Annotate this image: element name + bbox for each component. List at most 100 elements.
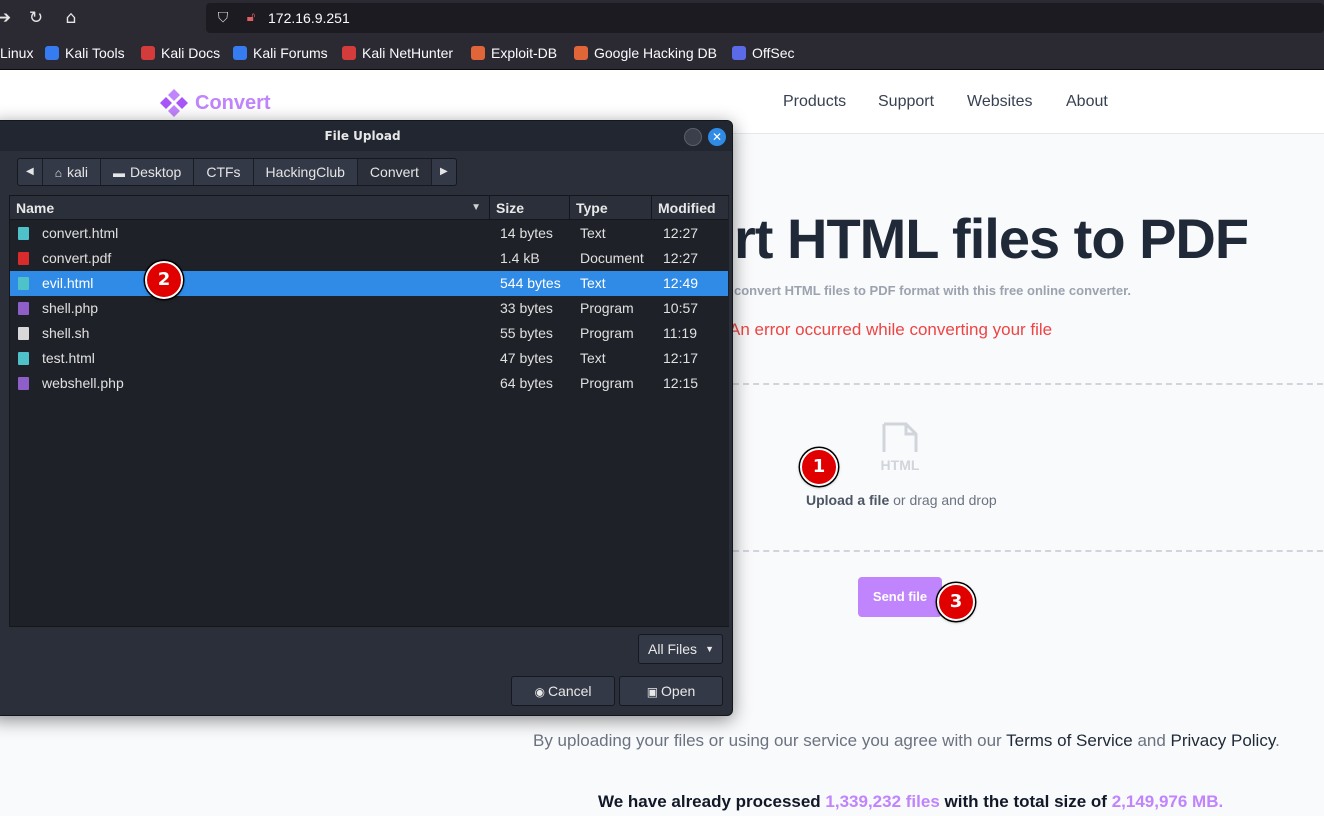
path-crumb-kali[interactable]: ⌂ kali: [43, 159, 101, 185]
file-name: convert.html: [42, 225, 119, 241]
file-size: 55 bytes: [500, 325, 553, 341]
google-hacking-db-icon: [574, 46, 588, 60]
file-name: convert.pdf: [42, 250, 112, 266]
nav-support[interactable]: Support: [878, 88, 934, 116]
file-row[interactable]: test.html 47 bytes Text 12:17: [10, 346, 728, 371]
file-row[interactable]: convert.pdf 1.4 kB Document 12:27: [10, 246, 728, 271]
nav-about[interactable]: About: [1066, 88, 1108, 116]
hero-subtitle: convert HTML files to PDF format with th…: [734, 283, 1132, 298]
bookmark-kali-docs[interactable]: Kali Docs: [141, 36, 220, 70]
bookmark-kali-nethunter[interactable]: Kali NetHunter: [342, 36, 453, 70]
minimize-icon[interactable]: [684, 128, 702, 146]
stats-text: We have already processed 1,339,232 file…: [598, 792, 1224, 811]
logo-text[interactable]: Convert: [195, 88, 271, 118]
path-crumb-ctfs[interactable]: CTFs: [194, 159, 254, 185]
annotation-marker-2: 2: [145, 261, 183, 299]
file-list: Name ▼ Size Type Modified convert.html 14…: [9, 195, 729, 627]
file-type: Program: [580, 375, 634, 391]
text-file-icon: [18, 227, 29, 240]
column-modified[interactable]: Modified: [652, 196, 728, 220]
file-type-filter[interactable]: All Files ▼: [638, 634, 723, 664]
file-name: shell.php: [42, 300, 99, 316]
path-crumb-convert[interactable]: Convert: [357, 159, 432, 185]
kali-tools-icon: [45, 46, 59, 60]
file-type: Text: [580, 225, 606, 241]
file-row-selected[interactable]: evil.html 544 bytes Text 12:49: [10, 271, 728, 296]
file-type: Text: [580, 275, 606, 291]
convert-logo-icon[interactable]: [158, 87, 190, 119]
file-size: 1.4 kB: [500, 250, 540, 266]
bookmark-kali-forums[interactable]: Kali Forums: [233, 36, 328, 70]
open-file-icon: ▣: [646, 685, 659, 699]
forward-icon[interactable]: ➔: [0, 6, 16, 30]
send-file-button[interactable]: Send file: [858, 577, 942, 617]
path-forward-icon[interactable]: ▶: [432, 159, 456, 185]
html-file-icon: HTML: [881, 422, 920, 473]
file-name: evil.html: [42, 275, 94, 291]
privacy-policy-link[interactable]: Privacy Policy: [1171, 731, 1276, 750]
bookmark-kali-tools[interactable]: Kali Tools: [45, 36, 125, 70]
file-modified: 12:15: [663, 375, 699, 391]
column-name[interactable]: Name ▼: [10, 196, 490, 220]
home-folder-icon: ⌂: [54, 166, 62, 180]
kali-docs-icon: [141, 46, 155, 60]
text-file-icon: [18, 352, 29, 365]
file-type: Program: [580, 325, 634, 341]
upload-file-link[interactable]: Upload a file: [806, 492, 889, 508]
file-type: Program: [580, 300, 634, 316]
file-name: test.html: [42, 350, 95, 366]
url-bar[interactable]: ⛉ 🔓︎ 172.16.9.251: [206, 3, 1324, 33]
path-crumb-hackingclub[interactable]: HackingClub: [254, 159, 358, 185]
column-type[interactable]: Type: [570, 196, 652, 220]
bookmark-exploit-db[interactable]: Exploit-DB: [471, 36, 557, 70]
plain-file-icon: [18, 327, 29, 340]
pdf-file-icon: [18, 252, 29, 265]
hero-title: rt HTML files to PDF: [734, 207, 1249, 270]
places-sidebar: [0, 195, 9, 627]
shield-icon[interactable]: ⛉: [214, 9, 232, 27]
bookmark-offsec[interactable]: OffSec: [732, 36, 795, 70]
bookmark-google-hacking-db[interactable]: Google Hacking DB: [574, 36, 717, 70]
terms-text: By uploading your files or using our ser…: [533, 731, 1280, 750]
bookmark-linux[interactable]: Linux: [0, 36, 33, 70]
nav-products[interactable]: Products: [783, 88, 846, 116]
annotation-marker-1: 1: [800, 448, 838, 486]
file-row[interactable]: convert.html 14 bytes Text 12:27: [10, 221, 728, 246]
file-size: 33 bytes: [500, 300, 553, 316]
cancel-button[interactable]: ◉ Cancel: [511, 676, 615, 706]
column-size[interactable]: Size: [490, 196, 570, 220]
file-row[interactable]: shell.php 33 bytes Program 10:57: [10, 296, 728, 321]
file-name: shell.sh: [42, 325, 90, 341]
terms-of-service-link[interactable]: Terms of Service: [1006, 731, 1133, 750]
program-file-icon: [18, 302, 29, 315]
file-type: Document: [580, 250, 644, 266]
reload-icon[interactable]: ↻: [24, 6, 48, 30]
insecure-lock-icon[interactable]: 🔓︎: [242, 9, 260, 27]
file-modified: 12:17: [663, 350, 699, 366]
bookmarks-bar: Linux Kali Tools Kali Docs Kali Forums K…: [0, 36, 1324, 70]
file-row[interactable]: shell.sh 55 bytes Program 11:19: [10, 321, 728, 346]
open-button[interactable]: ▣ Open: [619, 676, 723, 706]
file-size: 64 bytes: [500, 375, 553, 391]
close-icon[interactable]: ✕: [708, 128, 726, 146]
text-file-icon: [18, 277, 29, 290]
desktop-icon: ▬: [112, 166, 125, 180]
stats-file-count: 1,339,232 files: [825, 792, 940, 811]
upload-prompt: Upload a file or drag and drop: [806, 490, 997, 510]
path-back-icon[interactable]: ◀: [18, 159, 43, 185]
annotation-marker-3: 3: [937, 583, 975, 621]
path-bar: ◀ ⌂ kali ▬ Desktop CTFs HackingClub Conver…: [17, 158, 457, 186]
url-text[interactable]: 172.16.9.251: [268, 3, 350, 33]
kali-nethunter-icon: [342, 46, 356, 60]
nav-websites[interactable]: Websites: [967, 88, 1033, 116]
file-modified: 12:27: [663, 225, 699, 241]
file-row[interactable]: webshell.php 64 bytes Program 12:15: [10, 371, 728, 396]
sort-descending-icon: ▼: [471, 202, 481, 213]
home-icon[interactable]: ⌂: [59, 6, 83, 30]
path-crumb-desktop[interactable]: ▬ Desktop: [101, 159, 195, 185]
stats-total-size: 2,149,976 MB.: [1111, 792, 1224, 811]
html-icon-label: HTML: [881, 457, 920, 473]
file-size: 544 bytes: [500, 275, 561, 291]
file-modified: 11:19: [663, 325, 697, 341]
file-upload-dialog: File Upload ✕ ◀ ⌂ kali ▬ Desktop CTFs Hack…: [0, 120, 733, 716]
